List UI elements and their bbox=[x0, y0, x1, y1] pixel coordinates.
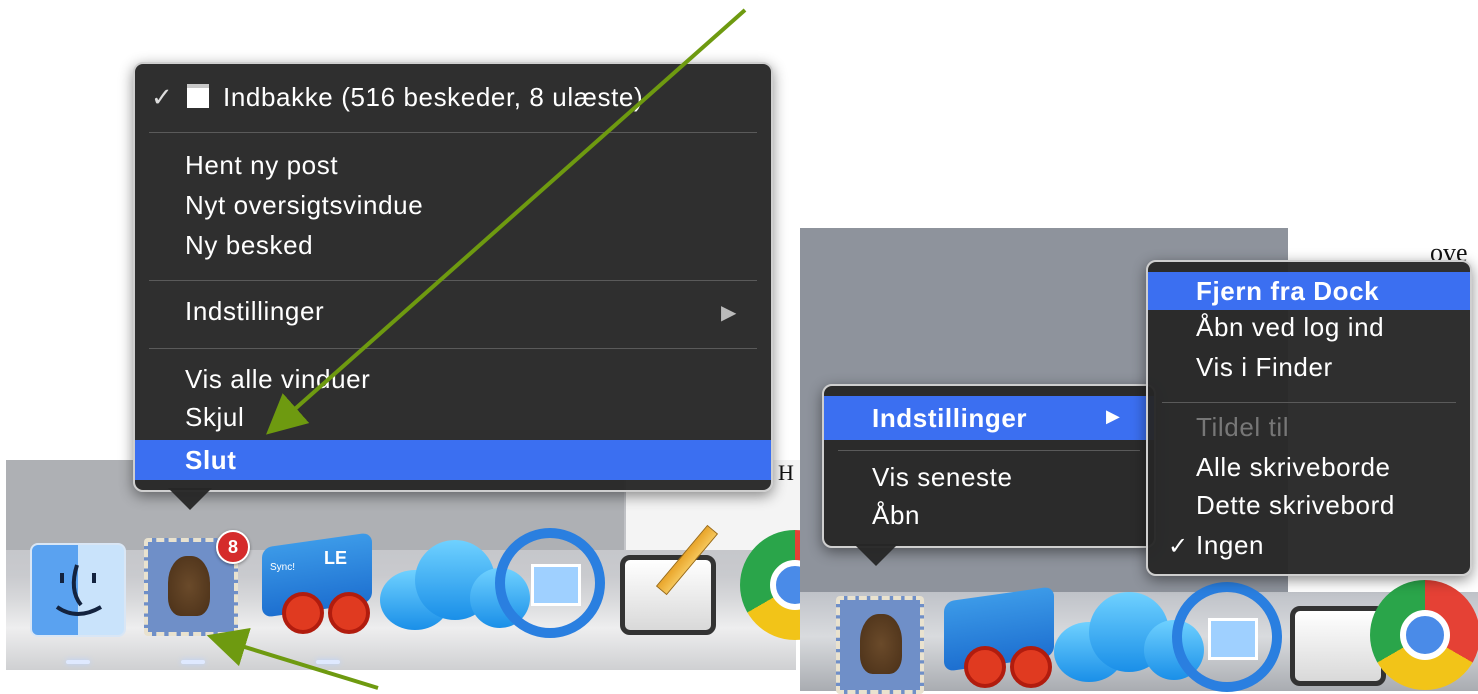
annotation-arrows bbox=[206, 8, 747, 690]
annotation-arrow-mail bbox=[206, 627, 379, 690]
annotation-arrow-hide bbox=[266, 8, 747, 435]
